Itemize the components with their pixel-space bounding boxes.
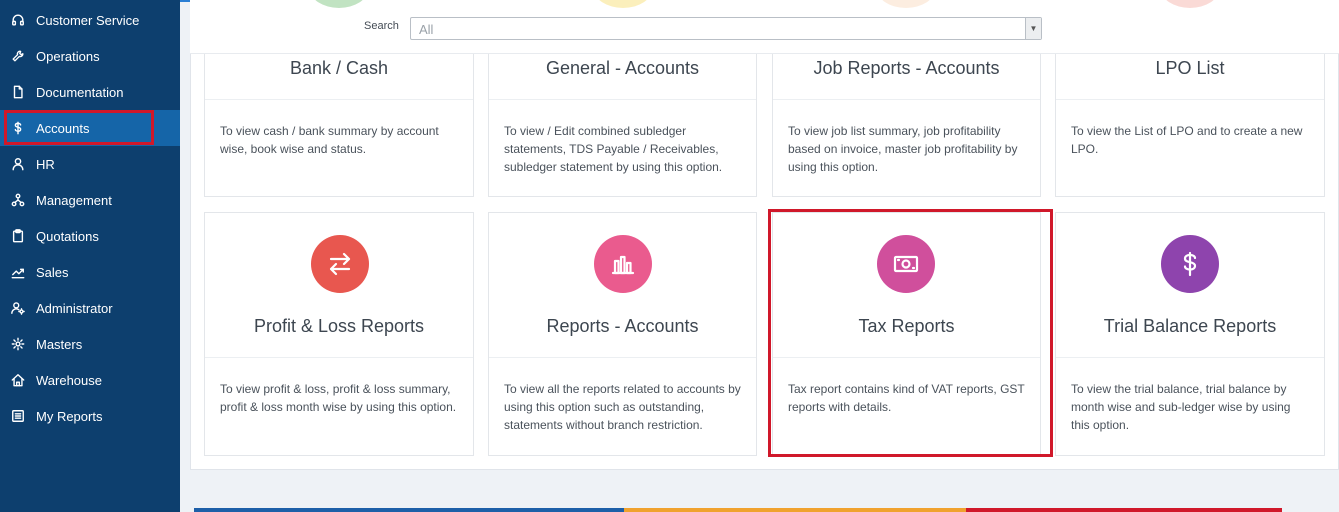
card-icon-peek (1161, 0, 1219, 8)
report-list-icon (10, 408, 26, 424)
card-divider (489, 357, 756, 358)
card-title: Bank / Cash (289, 58, 389, 78)
bottom-strip (624, 508, 966, 512)
headset-icon (10, 12, 26, 28)
sidebar-item-accounts[interactable]: Accounts (0, 110, 180, 146)
card-title: Tax Reports (858, 316, 955, 336)
card-title: LPO List (1155, 58, 1225, 78)
sidebar-item-operations[interactable]: Operations (0, 38, 180, 74)
sidebar-item-management[interactable]: Management (0, 182, 180, 218)
bar-chart-icon (594, 235, 652, 293)
card-description: To view cash / bank summary by account w… (220, 124, 439, 156)
card-title: Trial Balance Reports (1103, 316, 1277, 336)
sidebar-item-label: My Reports (36, 408, 103, 424)
card-description: To view / Edit combined subledger statem… (504, 124, 723, 174)
card-profit-loss-reports[interactable]: Profit & Loss Reports To view profit & l… (204, 212, 474, 456)
card-reports-accounts[interactable]: Reports - Accounts To view all the repor… (488, 212, 757, 456)
card-description: To view job list summary, job profitabil… (788, 124, 1018, 174)
sidebar-item-masters[interactable]: Masters (0, 326, 180, 362)
card-description: To view profit & loss, profit & loss sum… (220, 382, 457, 414)
card-icon-peek (877, 0, 935, 8)
wrench-icon (10, 48, 26, 64)
sidebar-item-label: Quotations (36, 228, 99, 244)
sidebar-item-documentation[interactable]: Documentation (0, 74, 180, 110)
card-icon-peek (310, 0, 368, 8)
card-divider (773, 357, 1040, 358)
card-divider (1056, 357, 1324, 358)
sidebar-item-my-reports[interactable]: My Reports (0, 398, 180, 434)
search-select[interactable]: All ▼ (410, 17, 1042, 40)
swap-arrows-icon (311, 235, 369, 293)
sidebar: Customer Service Operations Documentatio… (0, 0, 180, 512)
sidebar-item-hr[interactable]: HR (0, 146, 180, 182)
home-icon (10, 372, 26, 388)
sidebar-item-label: Customer Service (36, 12, 140, 28)
sidebar-item-quotations[interactable]: Quotations (0, 218, 180, 254)
card-divider (205, 99, 473, 100)
sidebar-item-label: Masters (36, 336, 83, 352)
card-title: Reports - Accounts (546, 316, 699, 336)
user-gear-icon (10, 300, 26, 316)
bottom-strip (966, 508, 1282, 512)
sidebar-item-label: Operations (36, 48, 100, 64)
gear-icon (10, 336, 26, 352)
user-icon (10, 156, 26, 172)
card-divider (1056, 99, 1324, 100)
sidebar-item-sales[interactable]: Sales (0, 254, 180, 290)
sidebar-item-administrator[interactable]: Administrator (0, 290, 180, 326)
sidebar-item-customer-service[interactable]: Customer Service (0, 2, 180, 38)
card-description: To view the trial balance, trial balance… (1071, 382, 1291, 432)
card-description: To view the List of LPO and to create a … (1071, 124, 1303, 156)
dollar-icon (1161, 235, 1219, 293)
card-divider (773, 99, 1040, 100)
hierarchy-icon (10, 192, 26, 208)
chevron-down-icon[interactable]: ▼ (1025, 18, 1041, 39)
card-divider (205, 357, 473, 358)
card-description: To view all the reports related to accou… (504, 382, 741, 432)
card-title: Job Reports - Accounts (813, 58, 1000, 78)
sidebar-item-label: Management (36, 192, 112, 208)
card-tax-reports[interactable]: Tax Reports Tax report contains kind of … (772, 212, 1041, 456)
card-title: Profit & Loss Reports (253, 316, 425, 336)
sidebar-item-label: Administrator (36, 300, 113, 316)
sidebar-item-label: Warehouse (36, 372, 102, 388)
sidebar-item-label: Documentation (36, 84, 124, 100)
dollar-icon (10, 120, 26, 136)
search-label: Search (364, 20, 399, 32)
card-icon-peek (594, 0, 652, 8)
banknote-icon (877, 235, 935, 293)
card-divider (489, 99, 756, 100)
sidebar-item-warehouse[interactable]: Warehouse (0, 362, 180, 398)
bottom-strip (194, 508, 624, 512)
sidebar-item-label: Accounts (36, 120, 90, 136)
sidebar-item-label: HR (36, 156, 55, 172)
sidebar-item-label: Sales (36, 264, 69, 280)
chart-line-icon (10, 264, 26, 280)
document-icon (10, 84, 26, 100)
search-select-value: All (419, 22, 434, 37)
card-description: Tax report contains kind of VAT reports,… (788, 382, 1025, 414)
card-title: General - Accounts (545, 58, 700, 78)
clipboard-icon (10, 228, 26, 244)
card-trial-balance-reports[interactable]: Trial Balance Reports To view the trial … (1055, 212, 1325, 456)
